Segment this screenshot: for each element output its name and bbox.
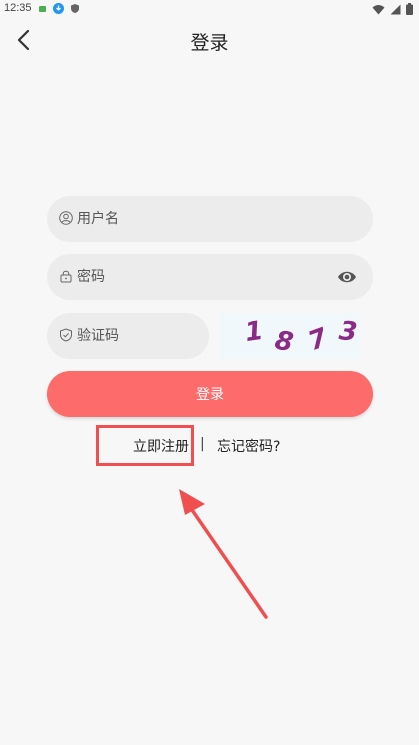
password-field[interactable] [47, 254, 373, 300]
status-time: 12:35 [4, 2, 32, 14]
lock-icon [60, 270, 72, 283]
forgot-password-link[interactable]: 忘记密码? [217, 436, 280, 456]
battery-icon [406, 3, 413, 15]
password-input[interactable] [77, 254, 329, 300]
captcha-digit: 3 [337, 316, 359, 348]
user-icon [59, 211, 73, 225]
highlight-box [96, 425, 194, 466]
link-separator: | [200, 436, 205, 452]
username-input[interactable] [77, 196, 329, 242]
username-field[interactable] [47, 196, 373, 242]
captcha-digit: 7 [304, 322, 332, 358]
page-title: 登录 [190, 32, 229, 54]
password-visibility-toggle[interactable] [337, 268, 357, 286]
signal-icon [390, 4, 401, 14]
captcha-field[interactable] [47, 313, 209, 359]
status-bar: 12:35 [0, 0, 419, 18]
shield-check-icon [60, 328, 72, 342]
eye-icon [338, 271, 356, 283]
login-button[interactable]: 登录 [47, 371, 373, 417]
captcha-digit: 8 [272, 325, 296, 359]
captcha-digit: 1 [243, 315, 266, 349]
captcha-input[interactable] [77, 313, 199, 359]
download-icon [53, 3, 64, 14]
captcha-image[interactable]: 1 8 7 3 [221, 313, 361, 359]
shield-notification-icon [71, 4, 79, 13]
auth-links: 立即注册 | 忘记密码? [0, 436, 419, 456]
wifi-icon [372, 4, 385, 14]
header: 登录 [0, 18, 419, 62]
app-notification-icon [39, 5, 46, 12]
